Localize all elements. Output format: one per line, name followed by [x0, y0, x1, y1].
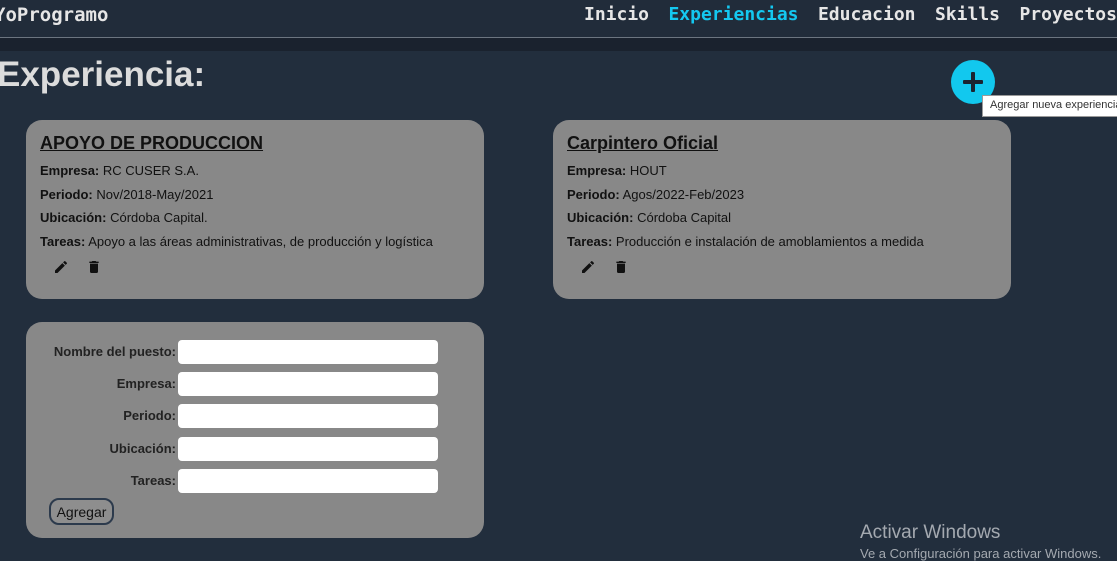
windows-activation-subtitle: Ve a Configuración para activar Windows. [860, 546, 1102, 561]
navbar: YoProgramo Inicio Experiencias Educacion… [0, 0, 1117, 38]
empresa-label: Empresa: [567, 163, 627, 178]
nav-link-educacion[interactable]: Educacion [818, 4, 916, 25]
ubicacion-value: Córdoba Capital. [110, 210, 208, 225]
delete-button[interactable] [613, 259, 629, 275]
form-row-ubicacion: Ubicación: [26, 437, 484, 461]
empresa-value: HOUT [629, 163, 667, 178]
experience-card: APOYO DE PRODUCCION Empresa: RC CUSER S.… [26, 120, 484, 299]
ubicacion-input[interactable] [178, 437, 438, 461]
periodo-field-label: Periodo: [123, 408, 176, 423]
periodo-input[interactable] [178, 404, 438, 428]
nav-link-proyectos[interactable]: Proyectos [1019, 4, 1117, 25]
periodo-value: Nov/2018-May/2021 [96, 187, 214, 202]
nav-link-skills[interactable]: Skills [935, 4, 1000, 25]
agregar-button[interactable]: Agregar [49, 498, 114, 525]
edit-button[interactable] [580, 259, 596, 275]
tareas-field-label: Tareas: [130, 473, 176, 488]
delete-button[interactable] [86, 259, 102, 275]
experience-title: APOYO DE PRODUCCION [40, 133, 264, 153]
periodo-value: Agos/2022-Feb/2023 [622, 187, 745, 202]
trash-icon [616, 261, 626, 273]
tareas-value: Apoyo a las áreas administrativas, de pr… [88, 234, 433, 249]
nav-link-inicio[interactable]: Inicio [584, 4, 649, 25]
nav-link-experiencias[interactable]: Experiencias [668, 4, 798, 25]
experience-empresa: Empresa: HOUT [567, 163, 667, 178]
pencil-icon [55, 260, 68, 273]
page-title: Experiencia: [0, 55, 206, 94]
form-row-tareas: Tareas: [26, 469, 484, 493]
experience-title: Carpintero Oficial [567, 133, 719, 153]
empresa-field-label: Empresa: [116, 376, 176, 391]
add-tooltip: Agregar nueva experiencia [982, 95, 1117, 117]
ubicacion-field-label: Ubicación: [109, 441, 176, 456]
brand-logo[interactable]: YoProgramo [0, 4, 108, 26]
trash-icon [89, 261, 99, 273]
edit-button[interactable] [53, 259, 69, 275]
tareas-label: Tareas: [40, 234, 86, 249]
ubicacion-label: Ubicación: [40, 210, 107, 225]
experience-tareas: Tareas: Producción e instalación de amob… [567, 234, 924, 249]
periodo-label: Periodo: [40, 187, 93, 202]
puesto-label: Nombre del puesto: [53, 344, 176, 359]
form-row-periodo: Periodo: [26, 404, 484, 428]
tareas-value: Producción e instalación de amoblamiento… [615, 234, 924, 249]
ubicacion-label: Ubicación: [567, 210, 634, 225]
tareas-input[interactable] [178, 469, 438, 493]
periodo-label: Periodo: [567, 187, 620, 202]
form-row-puesto: Nombre del puesto: [26, 340, 484, 364]
tareas-label: Tareas: [567, 234, 613, 249]
experience-ubicacion: Ubicación: Córdoba Capital [567, 210, 731, 225]
experience-periodo: Periodo: Agos/2022-Feb/2023 [567, 187, 744, 202]
plus-icon-vertical [971, 72, 975, 92]
pencil-icon [582, 260, 595, 273]
empresa-label: Empresa: [40, 163, 100, 178]
form-row-empresa: Empresa: [26, 372, 484, 396]
experience-tareas: Tareas: Apoyo a las áreas administrativa… [40, 234, 433, 249]
experience-ubicacion: Ubicación: Córdoba Capital. [40, 210, 208, 225]
ubicacion-value: Córdoba Capital [637, 210, 732, 225]
windows-activation-watermark: Activar Windows [860, 522, 1001, 543]
new-experience-form: Nombre del puesto: Empresa: Periodo: Ubi… [26, 322, 484, 538]
puesto-input[interactable] [178, 340, 438, 364]
empresa-value: RC CUSER S.A. [102, 163, 199, 178]
empresa-input[interactable] [178, 372, 438, 396]
nav-links: Inicio Experiencias Educacion Skills Pro… [569, 4, 1117, 25]
experience-periodo: Periodo: Nov/2018-May/2021 [40, 187, 213, 202]
experience-card: Carpintero Oficial Empresa: HOUT Periodo… [553, 120, 1011, 299]
nav-divider-strip [0, 38, 1117, 51]
experience-empresa: Empresa: RC CUSER S.A. [40, 163, 199, 178]
